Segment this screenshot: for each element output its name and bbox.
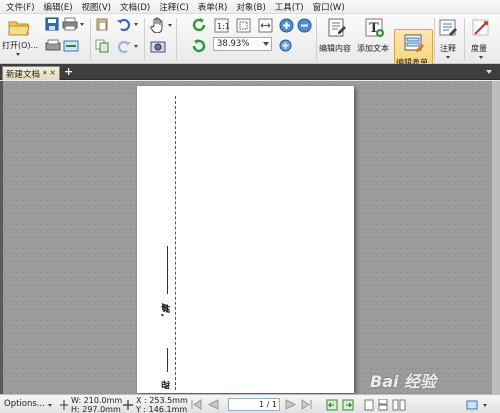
measure-icon — [472, 19, 489, 36]
actual-size-icon[interactable]: 1:1 — [214, 18, 229, 33]
x-coordinate-readout: X : 253.5mm — [136, 396, 188, 405]
options-dropdown-icon[interactable] — [48, 404, 52, 407]
add-text-icon: T — [365, 18, 384, 37]
toolbar-separator — [176, 18, 177, 60]
rotate-left-icon[interactable] — [191, 38, 207, 54]
signature-line — [167, 246, 168, 294]
annotate-dropdown-icon — [446, 56, 450, 59]
options-button[interactable]: Options... — [4, 400, 45, 409]
close-icon[interactable]: × — [49, 68, 56, 77]
edit-content-label: 编辑内容 — [319, 44, 351, 53]
first-page-icon[interactable] — [190, 399, 202, 410]
zoom-value: 38.93% — [217, 39, 250, 49]
back-view-icon[interactable] — [326, 399, 338, 411]
menu-tools[interactable]: 工具(T) — [272, 1, 307, 13]
measure-dropdown-icon — [479, 56, 483, 59]
document-page[interactable]: ﾞ痹 砒 — [137, 86, 354, 393]
dashed-guide-line — [175, 96, 176, 390]
toolbar-separator — [434, 18, 435, 60]
tab-new-document[interactable]: 新建文档 * × — [2, 66, 60, 80]
menu-bar: 文件(F) 编辑(E) 视图(V) 文档(D) 注释(C) 表单(R) 对象(B… — [0, 0, 500, 14]
menu-edit[interactable]: 编辑(E) — [41, 1, 76, 13]
menu-form[interactable]: 表单(R) — [195, 1, 231, 13]
fit-width-icon[interactable] — [258, 18, 273, 33]
toolbar-separator — [464, 18, 465, 60]
annotate-icon — [439, 19, 457, 36]
snapshot-icon[interactable] — [150, 39, 166, 53]
toolbar-separator — [90, 18, 91, 60]
tab-label: 新建文档 * — [6, 69, 47, 80]
signature-line — [167, 348, 168, 372]
undo-dropdown-icon[interactable] — [134, 23, 138, 26]
zoom-select[interactable]: 38.93% — [213, 37, 272, 51]
zoom-out-icon[interactable] — [297, 18, 312, 33]
menu-window[interactable]: 窗口(W) — [310, 1, 348, 13]
page-number-input[interactable]: 1 / 1 — [228, 398, 280, 411]
toolbar-separator — [144, 18, 145, 60]
edit-content-button[interactable]: 编辑内容 — [318, 16, 355, 60]
save-icon[interactable] — [45, 17, 59, 31]
width-readout: W: 210.0mm — [71, 396, 123, 405]
redo-icon[interactable] — [116, 39, 132, 53]
toolbar-separator — [316, 18, 317, 60]
measure-button[interactable]: 度量 — [467, 16, 495, 60]
hand-tool-dropdown-icon[interactable] — [168, 24, 172, 27]
annotate-label: 注释 — [440, 44, 456, 53]
print-preview-icon[interactable] — [45, 39, 61, 53]
facing-page-icon[interactable] — [392, 399, 406, 411]
zoom-in-icon[interactable] — [279, 18, 294, 33]
open-folder-icon — [8, 21, 30, 36]
y-coordinate-readout: Y : 146.1mm — [136, 405, 188, 413]
single-page-icon[interactable] — [364, 399, 374, 411]
document-tab-bar: 新建文档 * × + — [0, 64, 500, 80]
menu-document[interactable]: 文档(D) — [117, 1, 153, 13]
undo-icon[interactable] — [116, 17, 132, 31]
continuous-page-icon[interactable] — [378, 399, 388, 411]
menu-object[interactable]: 对象(B) — [233, 1, 268, 13]
open-dropdown-icon — [16, 53, 20, 56]
status-bar: Options... W: 210.0mm H: 297.0mm X : 253… — [0, 394, 500, 413]
document-canvas[interactable]: ﾞ痹 砒 — [0, 81, 500, 394]
print-icon[interactable] — [62, 17, 78, 31]
previous-page-icon[interactable] — [207, 399, 219, 410]
next-page-icon[interactable] — [285, 399, 297, 410]
svg-text:1:1: 1:1 — [217, 22, 229, 31]
handwriting-text: 砒 — [162, 380, 172, 390]
tab-list-dropdown-icon[interactable] — [486, 70, 492, 74]
hand-tool-icon[interactable] — [150, 17, 166, 33]
size-icon — [60, 400, 68, 410]
add-text-label: 添加文本 — [357, 44, 389, 53]
measure-label: 度量 — [471, 44, 487, 53]
paste-icon[interactable] — [95, 17, 109, 31]
add-tab-icon[interactable]: + — [64, 66, 73, 78]
left-panel-strip — [0, 81, 3, 394]
fit-page-icon[interactable] — [236, 18, 251, 33]
zoom-in-small-icon[interactable] — [279, 39, 292, 52]
menu-view[interactable]: 视图(V) — [79, 1, 114, 13]
scan-icon[interactable] — [63, 39, 79, 53]
print-dropdown-icon[interactable] — [80, 23, 84, 26]
last-page-icon[interactable] — [301, 399, 313, 410]
fullscreen-icon[interactable] — [466, 399, 478, 411]
zoom-dropdown-icon — [263, 42, 269, 46]
edit-content-icon — [328, 18, 346, 37]
crosshair-icon — [123, 400, 133, 410]
height-readout: H: 297.0mm — [71, 405, 121, 413]
edit-form-icon — [404, 34, 424, 52]
rotate-right-icon[interactable] — [191, 17, 207, 33]
add-text-button[interactable]: T 添加文本 — [356, 16, 393, 60]
menu-file[interactable]: 文件(F) — [3, 1, 38, 13]
annotate-button[interactable]: 注释 — [436, 16, 460, 60]
open-button[interactable]: 打开(O)... — [2, 16, 39, 60]
menu-comment[interactable]: 注释(C) — [156, 1, 192, 13]
view-mode-dropdown-icon[interactable] — [483, 404, 487, 407]
copy-icon[interactable] — [95, 39, 109, 53]
redo-dropdown-icon[interactable] — [134, 45, 138, 48]
forward-view-icon[interactable] — [342, 399, 354, 411]
open-label: 打开(O)... — [2, 41, 39, 50]
toolbar: 打开(O)... 1:1 38.93% 编辑内容 T 添加文本 编辑表单 注释 … — [0, 14, 500, 77]
handwriting-text: ﾞ痹 — [162, 304, 172, 318]
vertical-scrollbar[interactable] — [492, 81, 500, 394]
watermark-logo: Bai 经验 — [370, 372, 437, 391]
